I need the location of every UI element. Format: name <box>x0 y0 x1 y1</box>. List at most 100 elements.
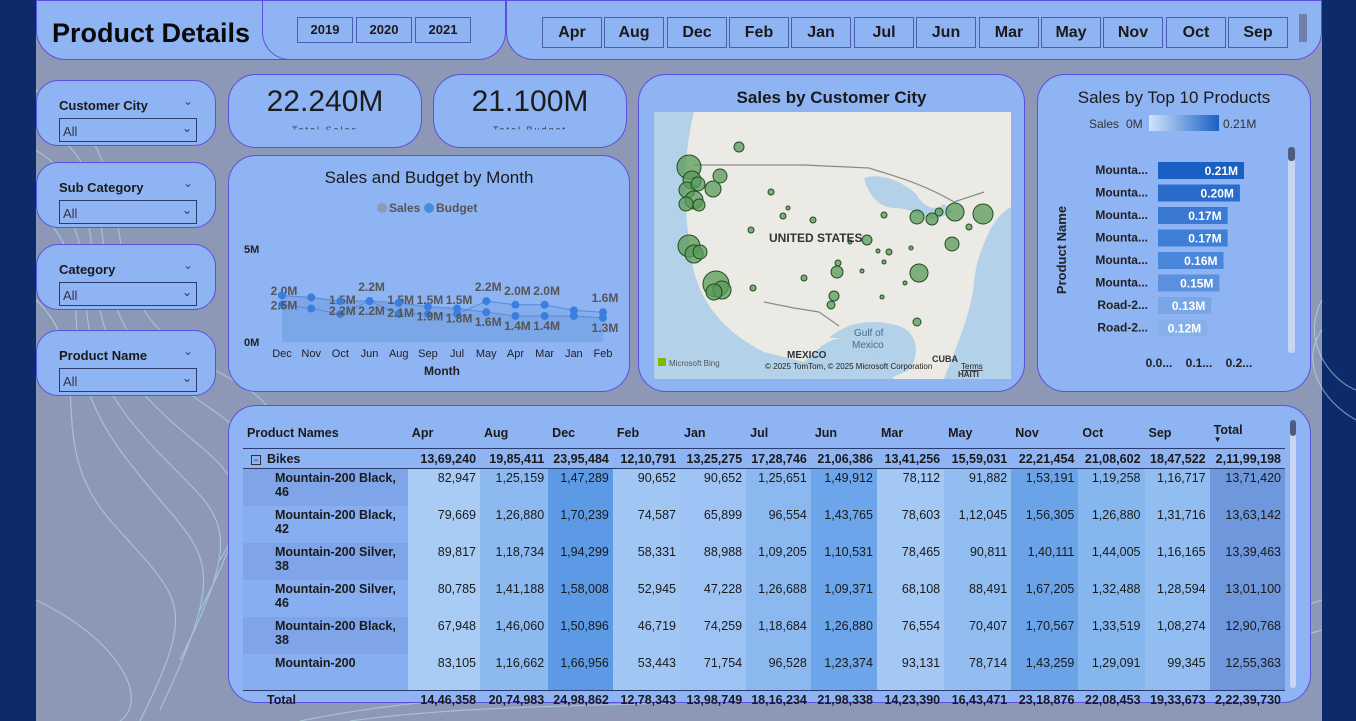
bar-chart-scrollbar-track[interactable] <box>1288 147 1295 353</box>
city-bubble[interactable] <box>747 226 755 234</box>
column-header[interactable]: Jul <box>746 419 811 449</box>
city-bubble[interactable] <box>809 216 817 224</box>
city-bubble[interactable] <box>733 141 745 153</box>
city-bubble[interactable] <box>678 196 694 212</box>
month-button-may[interactable]: May <box>1041 17 1101 48</box>
table-row[interactable]: Mountain-200 Black, 42 79,669 1,26,880 1,70… <box>243 505 1285 543</box>
city-bubble[interactable] <box>800 274 808 282</box>
city-bubble[interactable] <box>945 202 965 222</box>
city-bubble[interactable] <box>692 244 708 260</box>
column-header[interactable]: Dec <box>548 419 613 449</box>
column-header[interactable]: Apr <box>407 419 481 449</box>
month-button-dec[interactable]: Dec <box>667 17 727 48</box>
city-bubble[interactable] <box>972 203 994 225</box>
column-header[interactable]: Oct <box>1078 419 1145 449</box>
city-bubble[interactable] <box>880 211 888 219</box>
month-button-feb[interactable]: Feb <box>729 17 789 48</box>
city-bubble[interactable] <box>712 168 728 184</box>
column-header[interactable]: Sep <box>1144 419 1210 449</box>
data-point[interactable] <box>540 300 549 309</box>
table-row[interactable]: Mountain-200 83,105 1,16,662 1,66,956 53,443… <box>243 653 1285 691</box>
city-bubble[interactable] <box>934 207 944 217</box>
city-bubble[interactable] <box>779 212 787 220</box>
city-bubble[interactable] <box>692 198 706 212</box>
city-bubble[interactable] <box>828 290 840 302</box>
column-header[interactable]: Total ▼ <box>1209 419 1285 449</box>
bar-chart-scrollbar-thumb[interactable] <box>1288 147 1295 161</box>
city-bubble[interactable] <box>908 245 914 251</box>
city-bubble[interactable] <box>785 205 791 211</box>
city-bubble[interactable] <box>909 209 925 225</box>
total-row[interactable]: Total 14,46,358 20,74,983 24,98,862 12,78,34… <box>243 690 1285 713</box>
column-header[interactable]: Jun <box>810 419 877 449</box>
month-button-aug[interactable]: Aug <box>604 17 664 48</box>
year-button-2020[interactable]: 2020 <box>356 17 412 43</box>
city-bubble[interactable] <box>859 268 865 274</box>
table-row[interactable]: Mountain-200 Silver, 46 80,785 1,41,188 1,5… <box>243 579 1285 617</box>
column-header[interactable]: Aug <box>480 419 549 449</box>
table-row[interactable]: Mountain-200 Black, 46 82,947 1,25,159 1,47… <box>243 468 1285 506</box>
city-bubble[interactable] <box>767 188 775 196</box>
city-bubble[interactable] <box>749 284 757 292</box>
city-bubble[interactable] <box>902 280 908 286</box>
month-slicer-scrollbar[interactable] <box>1299 14 1307 42</box>
city-bubble[interactable] <box>912 317 922 327</box>
city-bubble[interactable] <box>830 265 844 279</box>
chevron-down-icon[interactable]: ⌄ <box>183 176 193 190</box>
column-header[interactable]: Mar <box>876 419 945 449</box>
data-point[interactable] <box>307 293 316 302</box>
column-header[interactable]: Feb <box>612 419 681 449</box>
data-point[interactable] <box>569 311 578 320</box>
chevron-down-icon[interactable]: ⌄ <box>183 344 193 358</box>
category-dropdown[interactable]: All ⌄ <box>59 282 197 306</box>
column-header[interactable]: Nov <box>1011 419 1079 449</box>
chevron-down-icon[interactable]: ⌄ <box>183 94 193 108</box>
chevron-down-icon[interactable]: ⌄ <box>183 258 193 272</box>
city-bubble[interactable] <box>704 180 722 198</box>
city-bubble[interactable] <box>834 259 842 267</box>
sub-category-dropdown[interactable]: All ⌄ <box>59 200 197 224</box>
year-button-2021[interactable]: 2021 <box>415 17 471 43</box>
month-button-mar[interactable]: Mar <box>979 17 1039 48</box>
table-cell: 79,669 <box>407 505 481 543</box>
data-point[interactable] <box>482 297 491 306</box>
map-terms-link[interactable]: Terms <box>961 362 983 371</box>
table-scrollbar[interactable] <box>1290 420 1296 688</box>
line-chart-svg[interactable]: Sales Budget 5M 0M Dec Nov Oct Jun Aug Sep Jul May A… <box>229 156 631 393</box>
month-button-jun[interactable]: Jun <box>916 17 976 48</box>
table-row[interactable]: Mountain-200 Black, 38 67,948 1,46,060 1,50… <box>243 616 1285 654</box>
customer-city-dropdown[interactable]: All ⌄ <box>59 118 197 142</box>
city-bubble[interactable] <box>690 176 706 192</box>
city-bubble[interactable] <box>705 283 723 301</box>
city-bubble[interactable] <box>881 259 887 265</box>
table-row[interactable]: Mountain-200 Silver, 38 89,817 1,18,734 1,9… <box>243 542 1285 580</box>
data-point[interactable] <box>511 300 520 309</box>
month-button-jul[interactable]: Jul <box>854 17 914 48</box>
column-header[interactable]: Product Names <box>243 419 408 449</box>
column-header[interactable]: May <box>944 419 1012 449</box>
year-button-2019[interactable]: 2019 <box>297 17 353 43</box>
product-table[interactable]: Product Names Apr Aug Dec Feb Jan Jul Jun Mar May… <box>243 419 1285 713</box>
map-canvas[interactable]: UNITED STATES Gulf of Mexico MEXICO CUBA… <box>654 112 1011 379</box>
data-point[interactable] <box>307 304 316 313</box>
month-button-sep[interactable]: Sep <box>1228 17 1288 48</box>
city-bubble[interactable] <box>879 294 885 300</box>
month-button-apr[interactable]: Apr <box>542 17 602 48</box>
group-row[interactable]: − Bikes 13,69,240 19,85,411 23,95,484 12,10,7… <box>243 448 1285 469</box>
product-name-dropdown[interactable]: All ⌄ <box>59 368 197 392</box>
city-bubble[interactable] <box>944 236 960 252</box>
table-scrollbar-thumb[interactable] <box>1290 420 1296 436</box>
city-bubble[interactable] <box>875 248 881 254</box>
month-button-nov[interactable]: Nov <box>1103 17 1163 48</box>
month-button-oct[interactable]: Oct <box>1166 17 1226 48</box>
city-bubble[interactable] <box>909 263 929 283</box>
bar-chart-svg[interactable]: Sales 0M 0.21M Product Name Mounta... 0.2… <box>1038 75 1312 393</box>
city-bubble[interactable] <box>861 234 873 246</box>
month-button-jan[interactable]: Jan <box>791 17 851 48</box>
column-header[interactable]: Jan <box>680 419 747 449</box>
collapse-icon[interactable]: − <box>251 455 261 465</box>
city-bubble[interactable] <box>885 248 893 256</box>
city-bubble[interactable] <box>826 300 836 310</box>
city-bubble[interactable] <box>965 223 973 231</box>
table-cell: 96,554 <box>746 505 811 543</box>
